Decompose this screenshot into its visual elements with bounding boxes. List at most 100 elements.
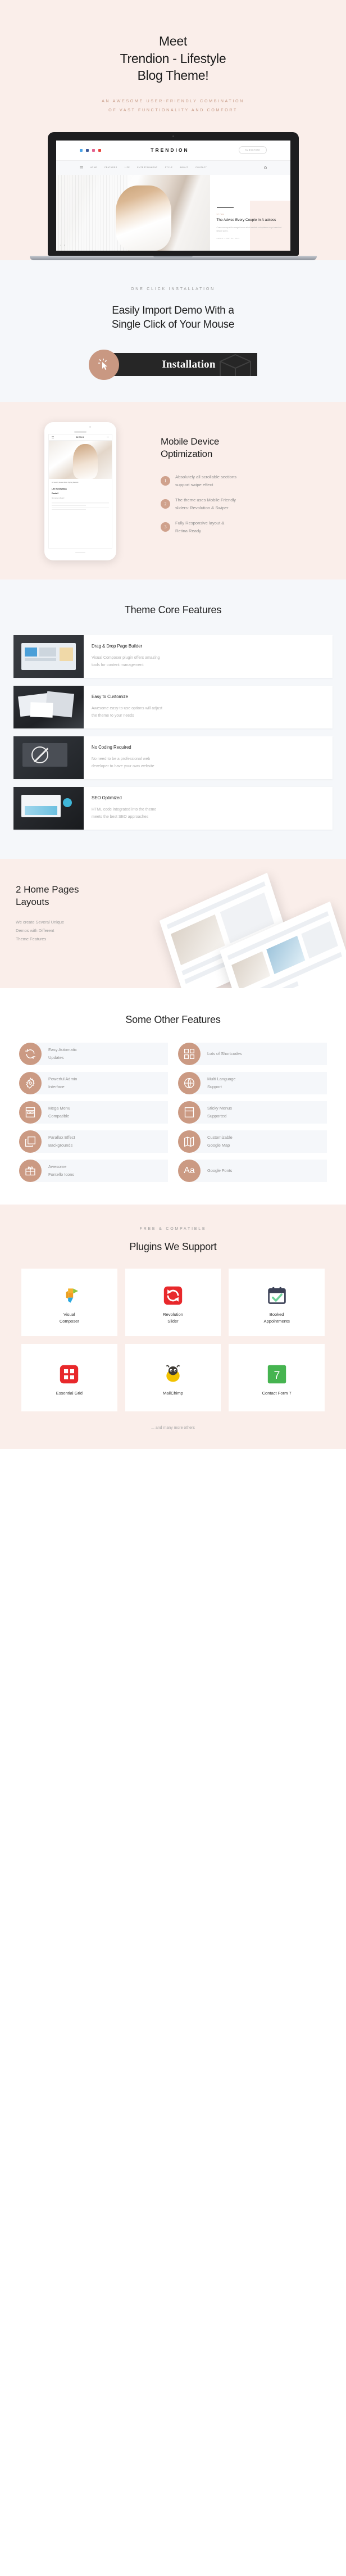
installation-badge-box[interactable]: Installation [106, 353, 257, 377]
plugin-card-visual-composer: Visual Composer [21, 1268, 117, 1336]
hero-title-line-3: Blog Theme! [137, 68, 209, 83]
booked-appointments-logo [267, 1280, 287, 1311]
feature-item-google-fonts: Aa Google Fonts [178, 1159, 327, 1182]
list-item-number: 2 [161, 499, 170, 509]
home-layouts-title: 2 Home Pages Layouts [16, 884, 129, 908]
installation-title-line-1: Easily Import Demo With a [112, 304, 234, 316]
feature-card-desc-line-2: the theme to your needs [92, 714, 134, 718]
plugin-card-booked-appointments: Booked Appointments [229, 1268, 325, 1336]
hamburger-icon [52, 436, 54, 439]
feature-item-label-line-2: Backgrounds [48, 1142, 73, 1148]
preview-post-meta: ADMIN — MAY 22, 2019 [216, 237, 240, 239]
home-layouts-desc-line-2: Demos with Different [16, 927, 54, 933]
feature-item-label-line-1: Multi Language [207, 1076, 236, 1082]
plugin-card-essential-grid: Essential Grid [21, 1343, 117, 1411]
mobile-title-line-1: Mobile Device [161, 436, 220, 447]
feature-item-label-line-2: Interface [48, 1084, 65, 1089]
installation-label: Installation [162, 358, 216, 370]
feature-item-label-line-2: Google Map [207, 1142, 230, 1148]
mega-menu-icon [19, 1101, 42, 1124]
feature-card-title: Drag & Drop Page Builder [92, 644, 143, 649]
feature-card: SEO Optimized HTML code integrated into … [13, 787, 333, 830]
list-item-text-line-2: support swipe effect [175, 482, 213, 487]
preview-subscribe-button: SUBSCRIBE [239, 146, 267, 155]
hero-subtitle: AN AWESOME USER-FRIENDLY COMBINATION OF … [0, 97, 346, 115]
installation-badge[interactable]: Installation [0, 349, 346, 380]
feature-item-customizable-google-map: Customizable Google Map [178, 1130, 327, 1153]
cursor-click-icon [89, 349, 119, 380]
customize-thumbnail [13, 686, 84, 729]
other-features-title: Some Other Features [125, 1013, 221, 1025]
preview-nav-item-3: ENTERTAINMENT [137, 166, 158, 169]
feature-item-label-line-1: Awesome [48, 1164, 67, 1170]
facebook-icon [85, 148, 89, 152]
plugins-grid: Visual Composer Revolution Slider Booked… [0, 1268, 346, 1411]
preview-hero: ‹ › STYLE The Advice Every Couple In A a… [56, 174, 290, 251]
feature-card-desc-line-1: Visual Composer plugin offers amazing [92, 656, 160, 660]
home-layouts-desc-line-3: Theme Features [16, 936, 47, 941]
phone-caption: All Luxury House Floor Spring Defects [52, 481, 79, 483]
feature-item-label-line-1: Google Fonts [207, 1168, 233, 1174]
list-item-text-line-2: Retina Ready [175, 528, 202, 533]
list-item-text-line-2: sliders: Revolution & Swiper [175, 505, 229, 510]
feature-item-label-line-2: Fontello Icons [48, 1171, 75, 1177]
feature-card-desc-line-1: HTML code integrated into the theme [92, 808, 157, 812]
preview-post-panel: STYLE The Advice Every Couple In A ackes… [210, 174, 290, 251]
feature-item-sticky-menus-supported: Sticky Menus Supported [178, 1101, 327, 1124]
home-layouts-description: We create Several Unique Demos with Diff… [16, 918, 129, 943]
feature-card: Easy to Customize Awesome easy-to-use op… [13, 686, 333, 729]
phone-home-indicator [75, 551, 85, 553]
preview-nav-item-0: HOME [90, 166, 98, 169]
feature-item-mega-menu-compatible: Mega Menu Compatible [19, 1101, 168, 1124]
phone-screen: MENU All Luxury House Floor Spring Defec… [48, 433, 112, 549]
layers-icon [19, 1130, 42, 1153]
search-icon [263, 166, 267, 169]
shortcodes-grid-icon [178, 1042, 201, 1065]
feature-item-label-line-1: Lots of Shortcodes [207, 1051, 242, 1057]
list-item: 1 Absolutely all scrollable sections sup… [161, 473, 334, 489]
feature-card-title: Easy to Customize [92, 694, 128, 700]
feature-card: Drag & Drop Page Builder Visual Composer… [13, 635, 333, 678]
plugin-card-revolution-slider: Revolution Slider [125, 1268, 221, 1336]
list-item: 2 The theme uses Mobile Friendly sliders… [161, 496, 334, 512]
feature-item-label-line-1: Parallax Effect [48, 1135, 75, 1140]
plugins-eyebrow: FREE & COMPATIBLE [139, 1226, 207, 1231]
preview-nav-item-5: ABOUT [180, 166, 189, 169]
plugin-name-line-1: MailChimp [163, 1390, 183, 1396]
revolution-slider-logo [163, 1280, 183, 1311]
plugin-name-line-2: Composer [59, 1318, 79, 1324]
feature-item-multi-language-support: Multi Language Support [178, 1071, 327, 1094]
list-item-text-line-1: Absolutely all scrollable sections [175, 474, 236, 479]
seo-thumbnail [13, 787, 84, 830]
laptop-camera-icon [172, 135, 174, 137]
feature-item-label-line-1: Powerful Admin [48, 1076, 78, 1082]
phone-mockup: MENU All Luxury House Floor Spring Defec… [0, 422, 161, 561]
feature-item-parallax-effect-backgrounds: Parallax Effect Backgrounds [19, 1130, 168, 1153]
feature-item-easy-automatic-updates: Easy Automatic Updates [19, 1042, 168, 1065]
feature-item-label-line-2: Updates [48, 1054, 64, 1060]
list-item: 3 Fully Responsive layout & Retina Ready [161, 519, 334, 535]
feature-item-label-line-2: Supported [207, 1113, 227, 1119]
plugins-title: Plugins We Support [129, 1241, 217, 1252]
list-item-number: 1 [161, 476, 170, 486]
preview-photo: ‹ › [56, 174, 210, 251]
feature-card-title: No Coding Required [92, 745, 131, 750]
phone-menu-label: MENU [76, 436, 85, 438]
list-item-text-line-1: The theme uses Mobile Friendly [175, 497, 236, 502]
prev-arrow-icon: ‹ [60, 243, 62, 247]
search-icon [106, 436, 109, 438]
mobile-optimization-section: MENU All Luxury House Floor Spring Defec… [0, 402, 346, 580]
core-features-title: Theme Core Features [124, 604, 222, 616]
plugins-more-text: ... and many more others [151, 1425, 195, 1430]
plugin-name-line-1: Booked [269, 1311, 284, 1317]
sticky-menu-icon [178, 1101, 201, 1124]
plugin-name-line-1: Revolution [163, 1311, 183, 1317]
feature-card-desc-line-1: No need to be a professional web [92, 757, 151, 762]
feature-card-title: SEO Optimized [92, 795, 122, 801]
box-icon [220, 354, 251, 377]
preview-nav: HOME FEATURES LIFE ENTERTAINMENT STYLE A… [56, 160, 290, 175]
feature-item-label-line-1: Sticky Menus [207, 1106, 232, 1111]
website-preview: TRENDION SUBSCRIBE HOME FEATURES LIFE EN… [56, 140, 290, 251]
instagram-icon [92, 148, 95, 152]
hero-title-line-2: Trendion - Lifestyle [120, 51, 226, 66]
